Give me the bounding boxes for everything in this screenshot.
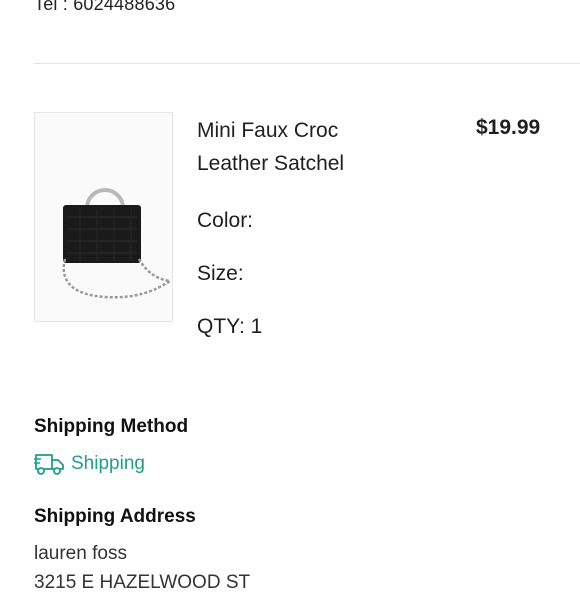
shipping-address-street: 3215 E HAZELWOOD ST: [34, 572, 251, 593]
product-size-label: Size:: [197, 262, 244, 285]
shipping-method-heading: Shipping Method: [34, 416, 189, 437]
shipping-address-heading: Shipping Address: [34, 506, 196, 527]
shipping-method-row: Shipping: [33, 450, 145, 478]
shipping-address-name: lauren foss: [34, 543, 127, 564]
section-divider: [34, 63, 580, 64]
truck-icon: [33, 451, 65, 477]
product-qty: QTY: 1: [197, 315, 263, 338]
satchel-image: [62, 188, 171, 299]
product-price: $19.99: [476, 116, 541, 139]
shipping-method-value: Shipping: [71, 453, 145, 474]
product-name[interactable]: Mini Faux Croc Leather Satchel: [197, 114, 397, 180]
product-thumbnail[interactable]: [34, 112, 173, 322]
contact-tel: Tel : 6024488636: [34, 0, 176, 14]
product-color-label: Color:: [197, 209, 254, 232]
